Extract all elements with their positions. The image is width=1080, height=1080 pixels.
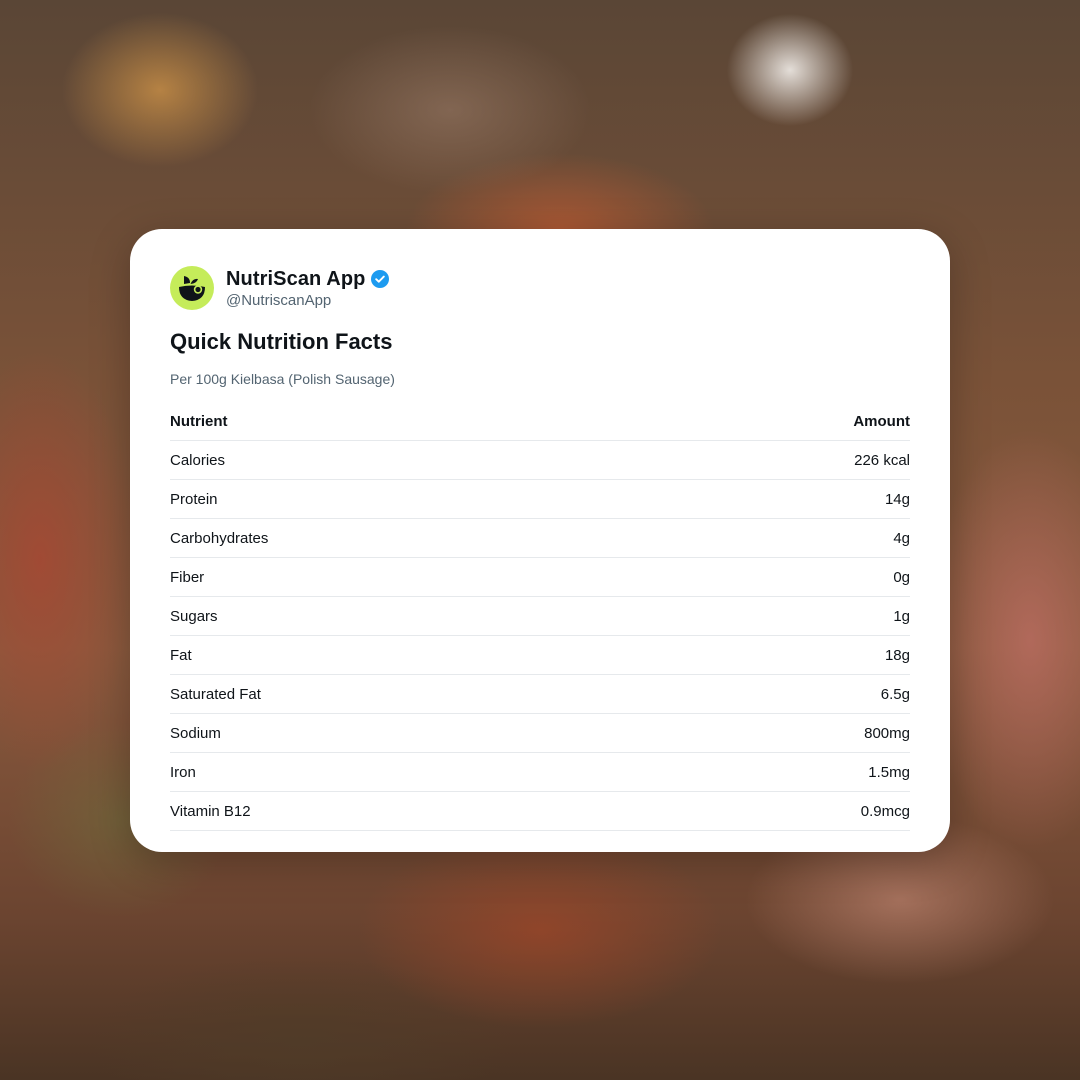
column-header-amount: Amount [639, 402, 910, 441]
table-row: Vitamin B12 0.9mcg [170, 791, 910, 831]
nutrient-name: Protein [170, 479, 640, 519]
table-row: Protein 14g [170, 479, 910, 519]
table-row: Fiber 0g [170, 557, 910, 597]
nutrient-amount: 14g [639, 479, 910, 519]
table-row: Carbohydrates 4g [170, 518, 910, 558]
nutrient-name: Fiber [170, 557, 640, 597]
nutrient-amount: 0.9mcg [639, 791, 910, 831]
post-header: NutriScan App @NutriscanApp [170, 265, 910, 311]
nutrient-amount: 0g [639, 557, 910, 597]
account-handle[interactable]: @NutriscanApp [226, 292, 390, 309]
table-row: Iron 1.5mg [170, 752, 910, 792]
nutrient-amount: 226 kcal [639, 440, 910, 480]
table-row: Fat 18g [170, 635, 910, 675]
nutrient-name: Saturated Fat [170, 674, 640, 714]
nutrient-amount: 6.5g [639, 674, 910, 714]
verified-badge-icon [370, 269, 390, 289]
avatar[interactable] [170, 266, 214, 310]
table-row: Calories 226 kcal [170, 440, 910, 480]
nutrient-name: Sugars [170, 596, 640, 636]
nutrient-name: Vitamin B12 [170, 791, 640, 831]
nutrient-name: Sodium [170, 713, 640, 753]
nutrient-amount: 1.5mg [639, 752, 910, 792]
column-header-nutrient: Nutrient [170, 402, 640, 441]
nutrient-amount: 800mg [639, 713, 910, 753]
table-row: Sodium 800mg [170, 713, 910, 753]
nutrient-amount: 1g [639, 596, 910, 636]
post-title: Quick Nutrition Facts [170, 329, 393, 354]
nutriscan-logo-icon [179, 276, 205, 301]
nutrition-table: Nutrient Amount Calories 226 kcal Protei… [170, 402, 910, 831]
post-subtitle: Per 100g Kielbasa (Polish Sausage) [170, 371, 395, 387]
nutrient-amount: 18g [639, 635, 910, 675]
nutrient-amount: 4g [639, 518, 910, 558]
nutrient-name: Iron [170, 752, 640, 792]
table-row: Sugars 1g [170, 596, 910, 636]
account-identity: NutriScan App @NutriscanApp [226, 267, 390, 309]
post-card: NutriScan App @NutriscanApp Quick Nutrit… [130, 229, 950, 852]
nutrient-name: Fat [170, 635, 640, 675]
account-name[interactable]: NutriScan App [226, 268, 365, 291]
nutrient-name: Carbohydrates [170, 518, 640, 558]
table-row: Saturated Fat 6.5g [170, 674, 910, 714]
nutrient-name: Calories [170, 440, 640, 480]
table-header-row: Nutrient Amount [170, 402, 910, 441]
